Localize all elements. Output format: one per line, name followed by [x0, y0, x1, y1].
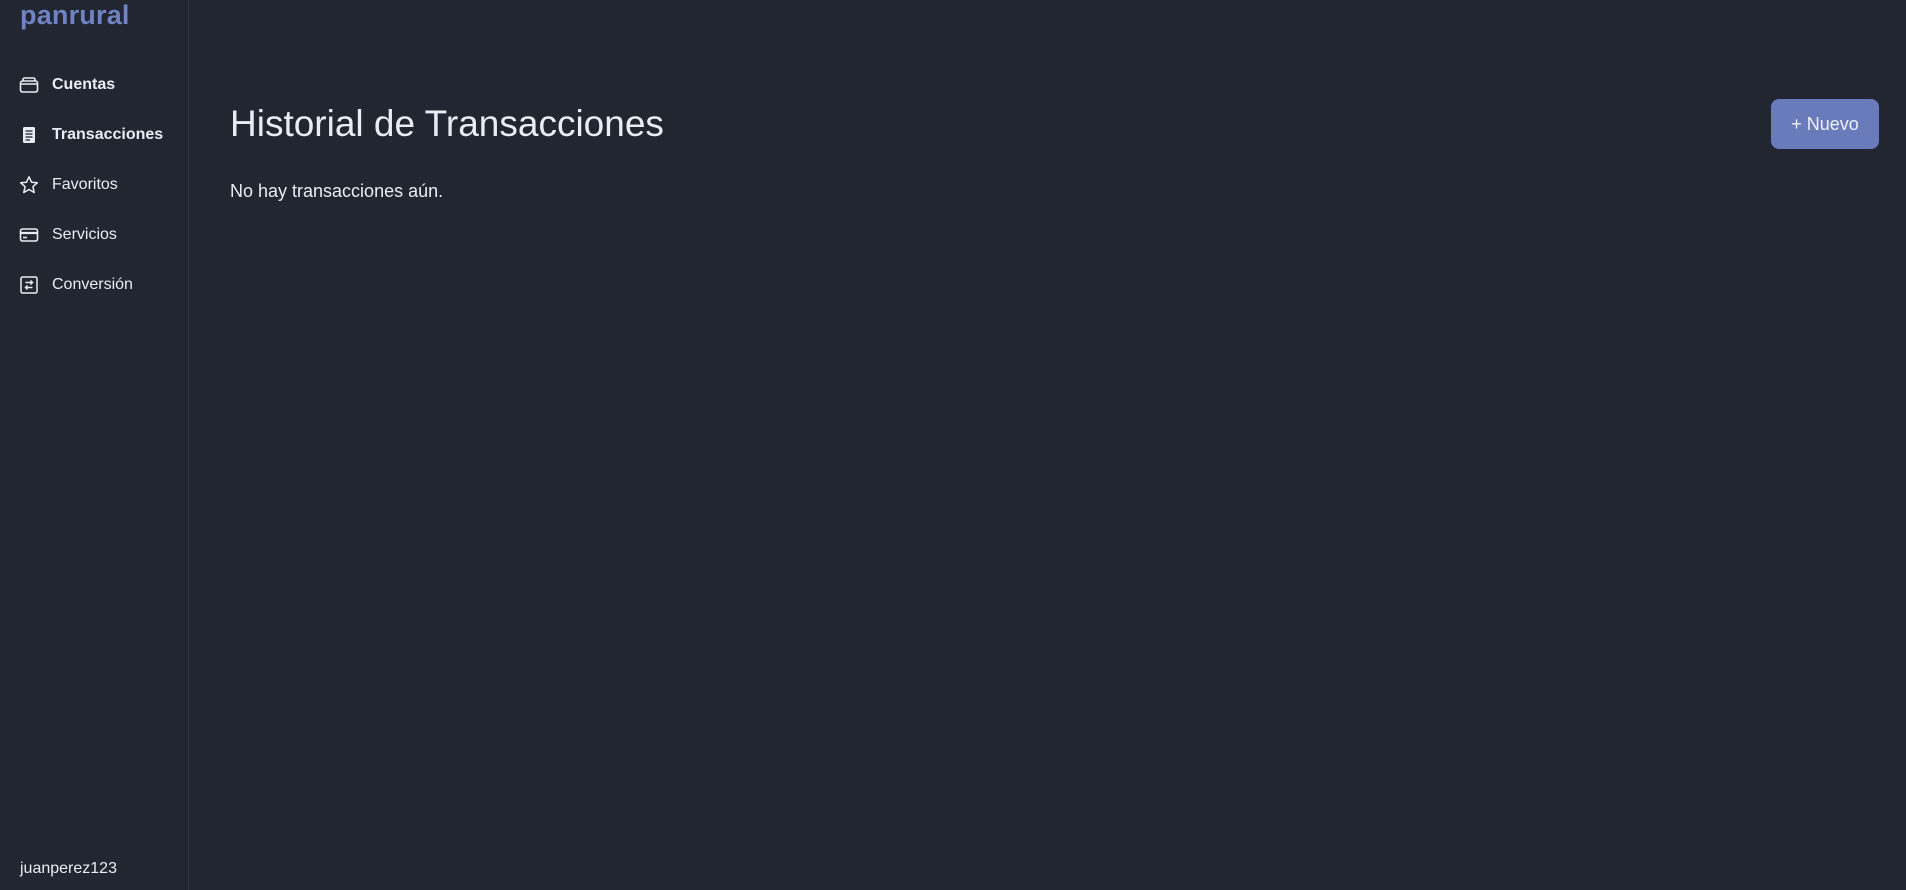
- sidebar-item-servicios[interactable]: Servicios: [0, 210, 188, 260]
- credit-card-icon: [19, 225, 39, 245]
- sidebar: panrural Cuentas Transacciones Favoritos…: [0, 0, 189, 890]
- new-transaction-button[interactable]: + Nuevo: [1771, 99, 1879, 149]
- star-icon: [19, 175, 39, 195]
- sidebar-item-transacciones[interactable]: Transacciones: [0, 110, 188, 160]
- sidebar-item-label: Favoritos: [52, 176, 118, 193]
- sidebar-item-label: Cuentas: [52, 76, 116, 93]
- wallet-icon: [19, 75, 39, 95]
- sidebar-item-cuentas[interactable]: Cuentas: [0, 60, 188, 110]
- main-content: Historial de Transacciones + Nuevo No ha…: [189, 0, 1906, 890]
- sidebar-item-conversion[interactable]: Conversión: [0, 260, 188, 310]
- sidebar-item-favoritos[interactable]: Favoritos: [0, 160, 188, 210]
- empty-state-message: No hay transacciones aún.: [230, 181, 444, 201]
- sidebar-item-label: Conversión: [52, 276, 133, 293]
- sidebar-item-label: Transacciones: [52, 126, 164, 143]
- app: panrural Cuentas Transacciones Favoritos…: [0, 0, 1906, 890]
- sidebar-nav: Cuentas Transacciones Favoritos Servicio…: [0, 60, 188, 310]
- exchange-icon: [19, 275, 39, 295]
- username[interactable]: juanperez123: [20, 860, 117, 878]
- sidebar-item-label: Servicios: [52, 226, 117, 243]
- page-title: Historial de Transacciones: [230, 103, 664, 144]
- brand-logo[interactable]: panrural: [20, 0, 130, 31]
- receipt-icon: [19, 125, 39, 145]
